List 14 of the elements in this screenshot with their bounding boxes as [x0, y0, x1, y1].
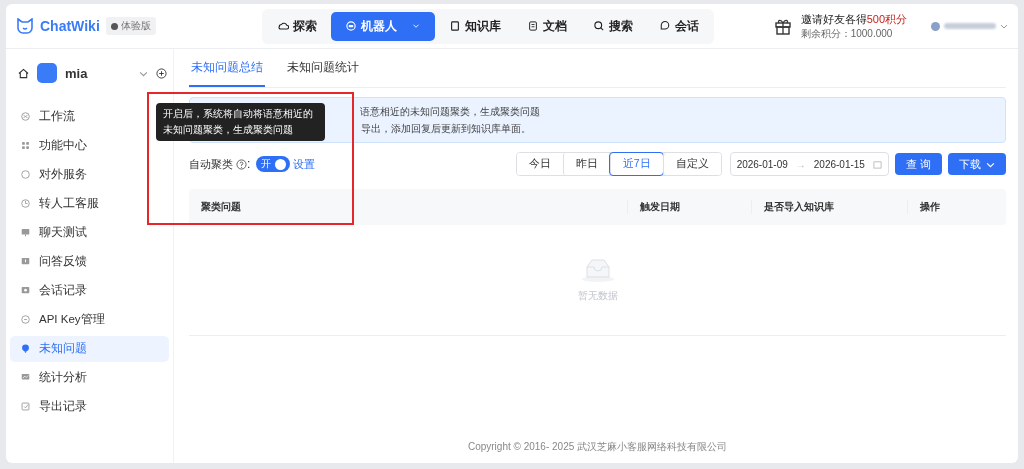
edition-badge: 体验版 — [105, 17, 156, 35]
column-header: 操作 — [907, 200, 1006, 214]
auto-cluster-label: 自动聚类 — [189, 156, 233, 172]
tooltip: 开启后，系统将自动将语意相近的未知问题聚类，生成聚类问题 — [156, 103, 325, 141]
column-header: 触发日期 — [627, 200, 751, 214]
info-text: 语意相近的未知问题聚类，生成聚类问题 — [360, 104, 541, 119]
column-header: 是否导入知识库 — [751, 200, 907, 214]
colon-text: : — [247, 157, 251, 171]
logo-text: ChatWiki — [40, 18, 100, 34]
column-header: 聚类问题 — [200, 200, 242, 214]
robot-name: mia — [65, 65, 88, 81]
points-balance: 剩余积分：1000.000 — [800, 26, 894, 41]
copyright-text: Copyright © 2016- 2025 武汉芝麻小客服网络科技有限公司 — [467, 440, 728, 454]
info-text: 导出，添加回复后更新到知识库单面。 — [360, 121, 532, 136]
